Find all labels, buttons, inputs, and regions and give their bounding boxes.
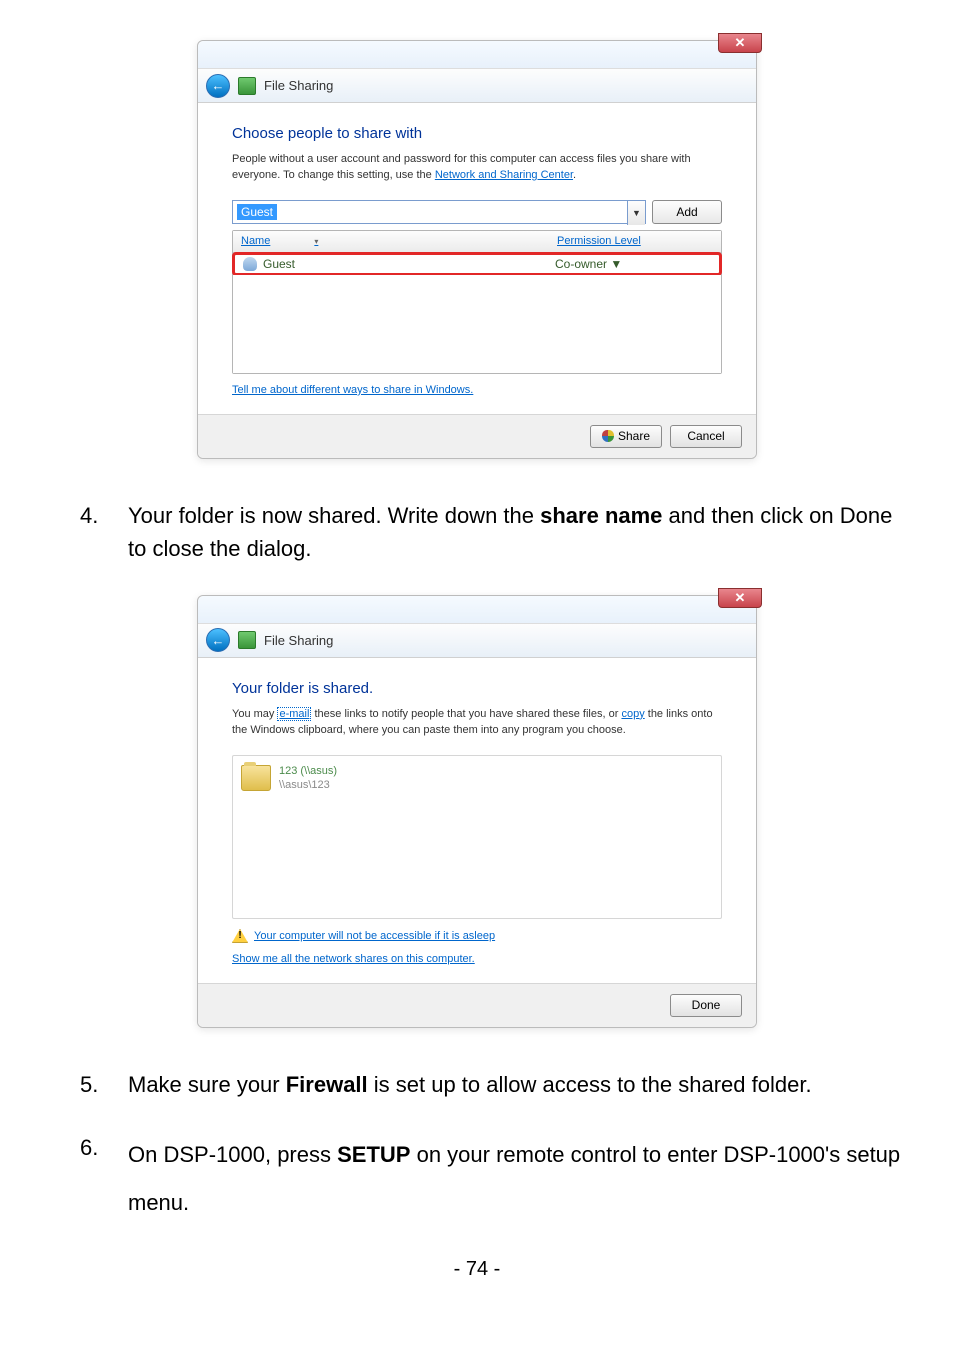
file-sharing-done-dialog: ✕ ← File Sharing Your folder is shared. … [197, 595, 757, 1028]
cancel-button[interactable]: Cancel [670, 425, 742, 448]
show-network-shares-link[interactable]: Show me all the network shares on this c… [232, 953, 475, 965]
name-header-label: Name [241, 235, 270, 247]
sub-bar: ← File Sharing [198, 624, 756, 658]
back-button[interactable]: ← [206, 628, 230, 652]
step-body: Make sure your Firewall is set up to all… [128, 1068, 904, 1101]
close-button[interactable]: ✕ [718, 588, 762, 608]
table-header: Name ▾ Permission Level [233, 231, 721, 253]
step-text-2: is set up to allow access to the shared … [368, 1072, 812, 1097]
permission-column-header[interactable]: Permission Level [551, 235, 721, 247]
add-button[interactable]: Add [652, 200, 722, 224]
back-button[interactable]: ← [206, 74, 230, 98]
done-button[interactable]: Done [670, 994, 742, 1017]
step-text: Make sure your [128, 1072, 286, 1097]
share-item[interactable]: 123 (\\asus) \\asus\123 [241, 764, 713, 793]
sub-bar: ← File Sharing [198, 69, 756, 103]
sleep-warning-row: ! Your computer will not be accessible i… [232, 929, 722, 943]
dialog-heading: Your folder is shared. [232, 680, 722, 697]
file-sharing-choose-dialog: ✕ ← File Sharing Choose people to share … [197, 40, 757, 459]
shield-icon [602, 430, 614, 442]
arrow-left-icon: ← [212, 78, 225, 93]
dialog-header: ✕ [198, 41, 756, 69]
ways-to-share-link[interactable]: Tell me about different ways to share in… [232, 384, 473, 396]
share-button[interactable]: Share [590, 425, 662, 448]
step-6: 6. On DSP-1000, press SETUP on your remo… [80, 1131, 904, 1228]
dialog-header: ✕ [198, 596, 756, 624]
table-row[interactable]: Guest Co-owner ▼ [232, 252, 722, 276]
dialog-description: You may e-mail these links to notify peo… [232, 707, 722, 739]
sort-indicator-icon: ▾ [314, 237, 318, 246]
sleep-warning-link[interactable]: Your computer will not be accessible if … [254, 930, 495, 942]
dialog-footer: Done [198, 983, 756, 1027]
share-name: 123 (\\asus) [279, 764, 337, 778]
row-name-cell: Guest [235, 257, 549, 271]
step-bold: Firewall [286, 1072, 368, 1097]
row-user-label: Guest [263, 257, 295, 271]
step-4: 4. Your folder is now shared. Write down… [80, 499, 904, 565]
user-icon [243, 257, 257, 271]
user-combo-row: Guest ▼ Add [232, 200, 722, 224]
email-link[interactable]: e-mail [277, 707, 311, 721]
dialog-body: Choose people to share with People witho… [198, 103, 756, 414]
subbar-title: File Sharing [264, 78, 333, 93]
share-path: \\asus\123 [279, 778, 337, 792]
step-bold: share name [540, 503, 662, 528]
step-body: Your folder is now shared. Write down th… [128, 499, 904, 565]
step-text-2: and then click on Done [662, 503, 892, 528]
close-button[interactable]: ✕ [718, 33, 762, 53]
step-text-3: to close the dialog. [128, 536, 311, 561]
step-body: On DSP-1000, press SETUP on your remote … [128, 1131, 904, 1228]
copy-link[interactable]: copy [621, 708, 644, 720]
folder-icon [241, 765, 271, 791]
combo-value: Guest [237, 204, 277, 220]
share-icon [238, 77, 256, 95]
dialog-description: People without a user account and passwo… [232, 152, 722, 184]
share-button-label: Share [618, 429, 650, 443]
step-bold: SETUP [337, 1142, 410, 1167]
row-permission-cell[interactable]: Co-owner ▼ [549, 257, 719, 271]
step-number: 4. [80, 499, 104, 565]
step-number: 6. [80, 1131, 104, 1228]
desc-text-2: these links to notify people that you ha… [311, 708, 621, 720]
step-text: Your folder is now shared. Write down th… [128, 503, 540, 528]
step-number: 5. [80, 1068, 104, 1101]
share-icon [238, 631, 256, 649]
step-text: On DSP-1000, press [128, 1142, 337, 1167]
desc-text-end: . [573, 169, 576, 181]
step-5: 5. Make sure your Firewall is set up to … [80, 1068, 904, 1101]
subbar-title: File Sharing [264, 633, 333, 648]
arrow-left-icon: ← [212, 633, 225, 648]
desc-text-1: You may [232, 708, 277, 720]
warning-icon: ! [232, 929, 248, 943]
dialog-footer: Share Cancel [198, 414, 756, 458]
table-empty-area [233, 275, 721, 373]
share-text: 123 (\\asus) \\asus\123 [279, 764, 337, 793]
chevron-down-icon[interactable]: ▼ [627, 201, 645, 225]
network-sharing-center-link[interactable]: Network and Sharing Center [435, 169, 573, 181]
name-column-header[interactable]: Name ▾ [233, 235, 551, 247]
permissions-table: Name ▾ Permission Level Guest Co-owner ▼ [232, 230, 722, 374]
user-combobox[interactable]: Guest ▼ [232, 200, 646, 224]
dialog-heading: Choose people to share with [232, 125, 722, 142]
page-number: - 74 - [50, 1258, 904, 1281]
dialog-body: Your folder is shared. You may e-mail th… [198, 658, 756, 983]
share-list: 123 (\\asus) \\asus\123 [232, 755, 722, 919]
